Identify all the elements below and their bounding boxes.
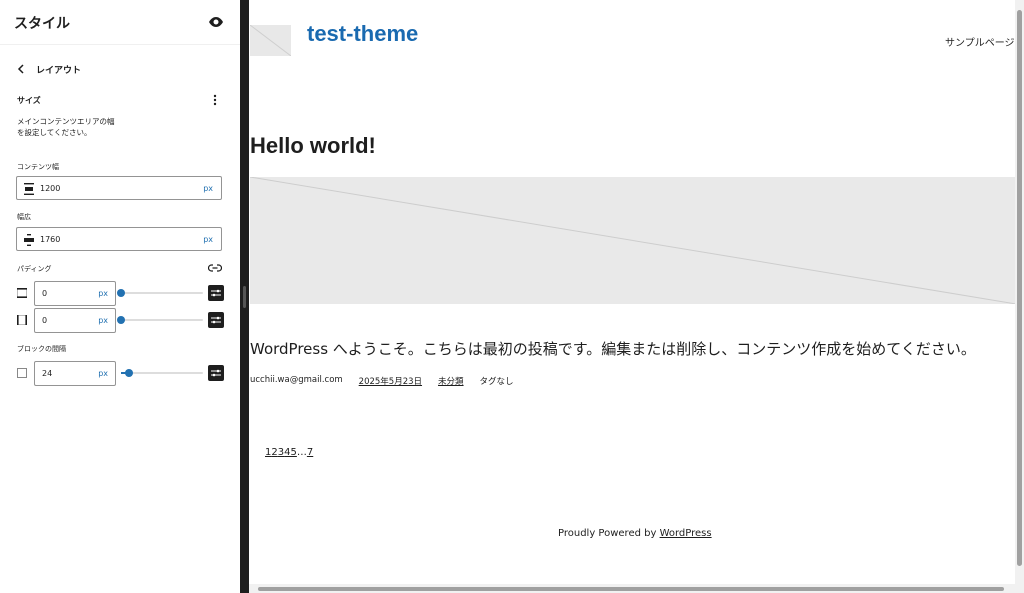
wide-width-value: 1760 <box>40 235 61 244</box>
resize-grip[interactable] <box>243 286 246 308</box>
site-preview: test-theme サンプルページ Hello world! WordPres… <box>249 0 1024 593</box>
wide-width-label: 幅広 <box>17 213 31 221</box>
slider-thumb[interactable] <box>117 316 125 324</box>
resize-handle[interactable] <box>240 0 249 593</box>
padding-horizontal-icon <box>17 315 27 325</box>
styles-sidebar: スタイル レイアウト サイズ メインコンテンツエリアの幅を設定してください。 コ… <box>0 0 241 593</box>
slider-thumb[interactable] <box>125 369 134 377</box>
padding-horizontal-value: 0 <box>42 316 48 325</box>
padding-vertical-value: 0 <box>42 289 48 298</box>
site-title[interactable]: test-theme <box>307 21 418 47</box>
padding-vertical-slider[interactable] <box>117 288 203 298</box>
post-tags: タグなし <box>479 377 514 387</box>
site-footer: Proudly Powered by WordPress <box>558 528 712 539</box>
padding-horizontal-slider[interactable] <box>117 315 203 325</box>
block-spacing-slider[interactable] <box>121 368 203 378</box>
block-spacing-custom-button[interactable] <box>208 365 224 381</box>
padding-vertical-icon <box>17 288 27 298</box>
block-spacing-label: ブロックの間隔 <box>17 345 66 353</box>
post-date-link[interactable]: 2025年5月23日 <box>359 375 422 387</box>
post-category-link[interactable]: 未分類 <box>438 375 464 387</box>
padding-vertical-input[interactable]: 0 px <box>34 281 116 306</box>
vertical-scrollbar-thumb[interactable] <box>1017 10 1022 566</box>
site-logo-placeholder[interactable] <box>250 25 291 56</box>
slider-thumb[interactable] <box>117 289 125 297</box>
chevron-left-icon <box>17 64 24 74</box>
horizontal-scrollbar-thumb[interactable] <box>258 587 1004 591</box>
vertical-scrollbar[interactable] <box>1015 0 1024 593</box>
content-width-icon <box>24 183 34 195</box>
post-excerpt: WordPress へようこそ。こちらは最初の投稿です。編集または削除し、コンテ… <box>250 340 976 358</box>
content-width-label: コンテンツ幅 <box>17 163 59 171</box>
block-spacing-icon <box>17 368 27 378</box>
padding-vertical-unit[interactable]: px <box>98 289 108 298</box>
post-meta: ucchii.wa@gmail.com 2025年5月23日 未分類 タグなし <box>250 375 530 387</box>
settings-sliders-icon <box>211 316 221 324</box>
page-number[interactable]: 7 <box>307 447 313 458</box>
back-label: レイアウト <box>36 65 82 76</box>
size-section-title: サイズ <box>17 96 41 105</box>
page-ellipsis: … <box>296 447 307 458</box>
sidebar-title: スタイル <box>14 16 70 32</box>
padding-horizontal-input[interactable]: 0 px <box>34 308 116 333</box>
post-title[interactable]: Hello world! <box>250 133 376 159</box>
wide-width-icon <box>24 234 34 246</box>
wide-width-input[interactable]: 1760 px <box>16 227 222 251</box>
padding-horizontal-custom-button[interactable] <box>208 312 224 328</box>
padding-horizontal-unit[interactable]: px <box>98 316 108 325</box>
padding-label: パディング <box>17 265 52 273</box>
settings-sliders-icon <box>211 289 221 297</box>
block-spacing-input[interactable]: 24 px <box>34 361 116 386</box>
content-width-input[interactable]: 1200 px <box>16 176 222 200</box>
back-to-layout-button[interactable]: レイアウト <box>14 60 81 78</box>
content-width-unit[interactable]: px <box>203 184 213 193</box>
nav-link-sample-page[interactable]: サンプルページ <box>945 34 1015 49</box>
link-sides-icon[interactable] <box>208 262 222 274</box>
footer-text: Proudly Powered by <box>558 528 660 539</box>
eye-icon[interactable] <box>208 14 224 30</box>
footer-wordpress-link[interactable]: WordPress <box>660 528 712 539</box>
sidebar-header: スタイル <box>0 0 240 45</box>
padding-vertical-custom-button[interactable] <box>208 285 224 301</box>
size-description: メインコンテンツエリアの幅を設定してください。 <box>17 117 115 137</box>
post-author: ucchii.wa@gmail.com <box>250 375 343 385</box>
horizontal-scrollbar[interactable] <box>249 584 1015 593</box>
wide-width-unit[interactable]: px <box>203 235 213 244</box>
block-spacing-value: 24 <box>42 369 53 378</box>
settings-sliders-icon <box>211 369 221 377</box>
more-options-icon[interactable] <box>209 93 221 107</box>
block-spacing-unit[interactable]: px <box>98 369 108 378</box>
pagination: 1 2 3 4 5 … 7 <box>265 447 313 458</box>
content-width-value: 1200 <box>40 184 61 193</box>
featured-image-placeholder <box>250 177 1016 304</box>
